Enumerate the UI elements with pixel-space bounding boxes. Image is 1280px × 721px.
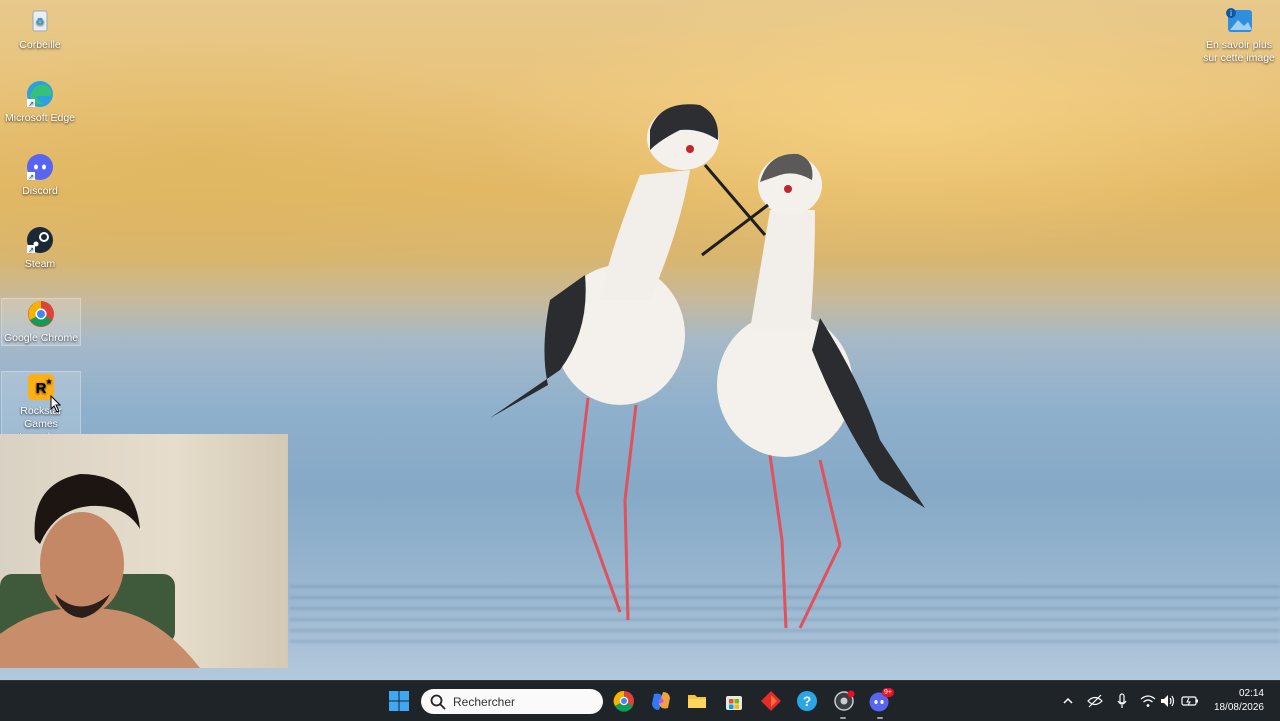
bird-right bbox=[701, 153, 925, 629]
desktop-icon-label: Steam bbox=[24, 258, 56, 270]
taskbar-discord[interactable]: 9+ bbox=[867, 687, 895, 715]
start-button[interactable] bbox=[385, 687, 413, 715]
recycle-bin-icon: ♻ bbox=[25, 6, 55, 36]
clock-time: 02:14 bbox=[1238, 688, 1264, 699]
microphone-icon bbox=[1117, 693, 1127, 708]
speaker-icon bbox=[1161, 695, 1175, 707]
show-hidden-icons[interactable] bbox=[1058, 691, 1078, 711]
taskbar-store[interactable] bbox=[720, 687, 748, 715]
taskbar-search-box[interactable]: Rechercher bbox=[421, 689, 603, 714]
taskbar-file-explorer[interactable] bbox=[683, 687, 711, 715]
tray-microphone[interactable] bbox=[1112, 691, 1132, 711]
taskbar: Rechercher ? 9+ 02:14 18/08/2026 bbox=[0, 680, 1280, 721]
discord-badge: 9+ bbox=[882, 688, 894, 697]
svg-text:↗: ↗ bbox=[28, 174, 34, 181]
running-indicator bbox=[840, 717, 846, 719]
tray-network-off[interactable] bbox=[1085, 691, 1105, 711]
chevron-up-icon bbox=[1063, 697, 1073, 704]
svg-text:★: ★ bbox=[45, 377, 52, 386]
tray-volume[interactable] bbox=[1158, 691, 1178, 711]
steam-icon: ↗ bbox=[25, 225, 55, 255]
desktop-icon-label: Discord bbox=[22, 185, 58, 197]
desktop-icon-chrome[interactable]: Google Chrome bbox=[1, 298, 81, 346]
desktop-icon-label: Microsoft Edge bbox=[4, 112, 76, 124]
red-diamond-icon bbox=[761, 691, 781, 711]
webcam-overlay bbox=[0, 434, 288, 668]
copilot-icon bbox=[652, 692, 670, 710]
chrome-icon bbox=[26, 299, 56, 329]
clock-date: 18/08/2026 bbox=[1213, 702, 1264, 713]
webcam-person-image bbox=[0, 474, 200, 668]
spotlight-label: En savoir plus sur cette image bbox=[1203, 39, 1275, 64]
svg-text:↗: ↗ bbox=[28, 247, 34, 254]
windows-logo-icon bbox=[389, 691, 409, 711]
tray-wifi[interactable] bbox=[1138, 691, 1158, 711]
taskbar-chrome[interactable] bbox=[610, 687, 638, 715]
eye-off-icon bbox=[1087, 694, 1103, 708]
taskbar-copilot[interactable] bbox=[647, 687, 675, 715]
search-placeholder: Rechercher bbox=[453, 694, 516, 709]
running-indicator bbox=[877, 717, 883, 719]
desktop-icon-label: Google Chrome bbox=[3, 332, 79, 344]
store-icon bbox=[726, 696, 742, 710]
taskbar-recorder[interactable] bbox=[830, 687, 858, 715]
taskbar-help[interactable]: ? bbox=[793, 687, 821, 715]
svg-text:i: i bbox=[1230, 9, 1232, 18]
svg-text:?: ? bbox=[803, 693, 812, 709]
edge-icon: ↗ bbox=[25, 79, 55, 109]
taskbar-app-red[interactable] bbox=[757, 687, 785, 715]
wifi-icon bbox=[1140, 695, 1156, 707]
spotlight-learn-more[interactable]: i En savoir plus sur cette image bbox=[1199, 6, 1279, 65]
desktop-icon-discord[interactable]: ↗ Discord bbox=[1, 152, 79, 198]
mouse-cursor bbox=[50, 395, 62, 413]
desktop-icon-recycle-bin[interactable]: ♻ Corbeille bbox=[1, 6, 79, 52]
record-icon bbox=[834, 690, 855, 711]
desktop-icon-edge[interactable]: ↗ Microsoft Edge bbox=[1, 79, 79, 125]
tray-battery[interactable] bbox=[1180, 691, 1200, 711]
desktop-icon-label: Corbeille bbox=[19, 39, 61, 51]
folder-icon bbox=[688, 695, 706, 708]
search-icon bbox=[430, 694, 446, 710]
svg-text:♻: ♻ bbox=[36, 17, 45, 28]
battery-charging-icon bbox=[1181, 696, 1198, 706]
spotlight-info-icon: i bbox=[1224, 6, 1254, 36]
desktop-icon-steam[interactable]: ↗ Steam bbox=[1, 225, 79, 271]
chrome-icon bbox=[613, 690, 634, 712]
taskbar-clock[interactable]: 02:14 18/08/2026 bbox=[1214, 687, 1264, 715]
discord-icon: ↗ bbox=[25, 152, 55, 182]
help-icon: ? bbox=[797, 691, 817, 711]
svg-text:↗: ↗ bbox=[28, 101, 34, 108]
